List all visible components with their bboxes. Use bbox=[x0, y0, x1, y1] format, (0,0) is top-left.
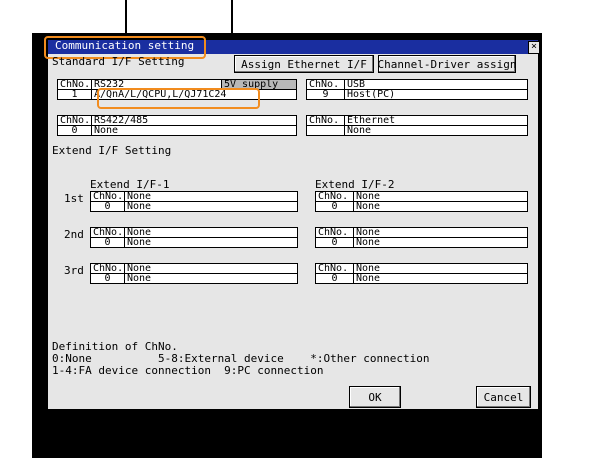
rs422-name: RS422/485 bbox=[91, 115, 297, 126]
usb-ch: 9 bbox=[306, 89, 345, 100]
driver-name[interactable]: None bbox=[353, 191, 528, 202]
chno-label: ChNo. bbox=[90, 263, 125, 274]
ch-value: 0 bbox=[90, 237, 125, 248]
extend-1st-right: ChNo. None 0 None bbox=[315, 191, 528, 212]
rs422-driver[interactable]: None bbox=[91, 125, 297, 136]
chno-label: ChNo. bbox=[315, 227, 354, 238]
extend-col2-label: Extend I/F-2 bbox=[315, 178, 395, 191]
extend-3rd-right: ChNo. None 0 None bbox=[315, 263, 528, 284]
ch-value: 0 bbox=[315, 237, 354, 248]
usb-table: ChNo. USB 9 Host(PC) bbox=[306, 79, 528, 100]
driver-name[interactable]: None bbox=[124, 227, 298, 238]
usb-name: USB bbox=[344, 79, 528, 90]
driver-value[interactable]: None bbox=[353, 237, 528, 248]
definition-line-2: 1-4:FA device connection 9:PC connection bbox=[52, 364, 324, 377]
driver-value[interactable]: None bbox=[353, 201, 528, 212]
driver-name[interactable]: None bbox=[124, 263, 298, 274]
extend-2nd-left: ChNo. None 0 None bbox=[90, 227, 298, 248]
driver-name[interactable]: None bbox=[353, 263, 528, 274]
chno-label: ChNo. bbox=[315, 263, 354, 274]
driver-value[interactable]: None bbox=[124, 273, 298, 284]
ethernet-chno-label: ChNo. bbox=[306, 115, 345, 126]
chno-label: ChNo. bbox=[90, 191, 125, 202]
chno-label: ChNo. bbox=[315, 191, 354, 202]
ethernet-name: Ethernet bbox=[344, 115, 528, 126]
rs422-ch: 0 bbox=[57, 125, 92, 136]
extend-3rd-left: ChNo. None 0 None bbox=[90, 263, 298, 284]
cancel-button[interactable]: Cancel bbox=[476, 386, 531, 408]
ethernet-table: ChNo. Ethernet None bbox=[306, 115, 528, 136]
rs422-table: ChNo. RS422/485 0 None bbox=[57, 115, 297, 136]
ch-value: 0 bbox=[315, 273, 354, 284]
rs422-chno-label: ChNo. bbox=[57, 115, 92, 126]
ch-value: 0 bbox=[315, 201, 354, 212]
extend-1st-left: ChNo. None 0 None bbox=[90, 191, 298, 212]
driver-name[interactable]: None bbox=[353, 227, 528, 238]
usb-driver[interactable]: Host(PC) bbox=[344, 89, 528, 100]
ch-value: 0 bbox=[90, 201, 125, 212]
ch-value: 0 bbox=[90, 273, 125, 284]
ethernet-driver[interactable]: None bbox=[344, 125, 528, 136]
driver-value[interactable]: None bbox=[353, 273, 528, 284]
extend-col1-label: Extend I/F-1 bbox=[90, 178, 170, 191]
usb-chno-label: ChNo. bbox=[306, 79, 345, 90]
assign-ethernet-button[interactable]: Assign Ethernet I/F bbox=[234, 55, 374, 73]
extend-heading: Extend I/F Setting bbox=[52, 144, 172, 157]
extend-2nd-right: ChNo. None 0 None bbox=[315, 227, 528, 248]
standard-heading: Standard I/F Setting bbox=[52, 55, 185, 68]
extend-row-label: 1st bbox=[64, 192, 84, 205]
driver-name[interactable]: None bbox=[124, 191, 298, 202]
driver-value[interactable]: None bbox=[124, 201, 298, 212]
ethernet-ch bbox=[306, 125, 345, 136]
channel-driver-assign-button[interactable]: Channel-Driver assign bbox=[377, 55, 517, 73]
chno-label: ChNo. bbox=[90, 227, 125, 238]
extend-row-label: 2nd bbox=[64, 228, 84, 241]
driver-value[interactable]: None bbox=[124, 237, 298, 248]
driver-highlight bbox=[97, 88, 260, 109]
close-icon[interactable]: × bbox=[528, 41, 540, 54]
ok-button[interactable]: OK bbox=[349, 386, 401, 408]
rs232-chno-label: ChNo. bbox=[57, 79, 92, 90]
rs232-ch: 1 bbox=[57, 89, 92, 100]
extend-row-label: 3rd bbox=[64, 264, 84, 277]
